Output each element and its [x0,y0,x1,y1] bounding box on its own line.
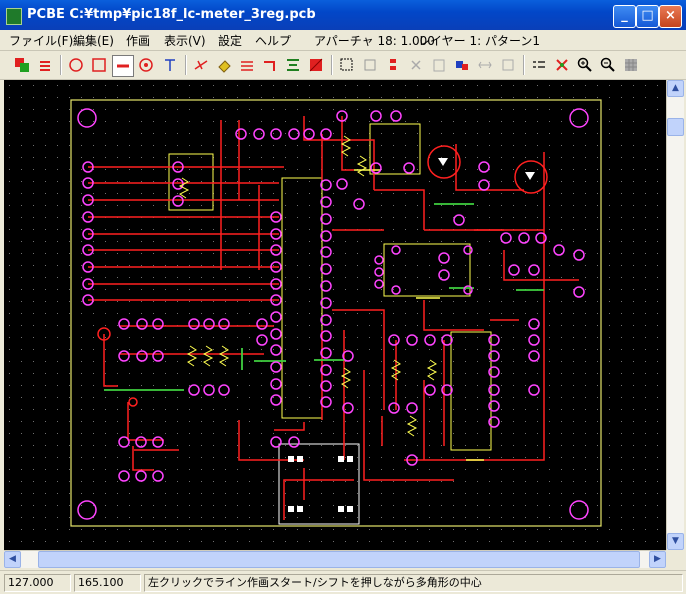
minimize-button[interactable]: _ [613,5,636,28]
mirror-icon[interactable] [475,55,495,75]
menu-draw[interactable]: 作画 [126,32,150,49]
x-coordinate: 127.000 [4,574,71,592]
close-button[interactable]: × [659,5,682,28]
scroll-up-icon[interactable]: ▲ [667,80,684,97]
rotate-icon[interactable] [498,55,518,75]
menu-file[interactable]: ファイル(F) [9,32,73,49]
move-point-icon[interactable] [191,55,211,75]
vertical-scrollbar[interactable]: ▲ ▼ [666,80,684,550]
horizontal-scrollbar[interactable]: ◀ ▶ [4,550,666,568]
layer-toggle-icon[interactable] [35,55,55,75]
pcb-drawing[interactable] [4,80,666,550]
copy-icon[interactable] [360,55,380,75]
menu-bar: ファイル(F) 編集(E) 作画 表示(V) 設定 ヘルプ アパーチャ 18: … [0,30,686,51]
menu-help[interactable]: ヘルプ [255,32,291,49]
title-bar[interactable]: PCBE C:¥tmp¥pic18f_lc-meter_3reg.pcb _ □… [0,0,686,30]
vertical-scroll-thumb[interactable] [667,118,684,136]
layer-readout: レイヤー 1: パターン1 [418,34,540,48]
net-icon[interactable] [552,55,572,75]
align-icon[interactable] [283,55,303,75]
layer-set-icon[interactable] [12,55,32,75]
swap-icon[interactable] [452,55,472,75]
toolbar-separator [331,55,333,75]
grid-icon[interactable] [621,55,641,75]
rectangle-tool-icon[interactable] [89,55,109,75]
donut-tool-icon[interactable] [136,55,156,75]
paste-icon[interactable] [429,55,449,75]
status-bar: 127.000 165.100 左クリックでライン作画スタート/シフトを押しなが… [0,570,686,594]
cut-icon[interactable] [406,55,426,75]
corner-line-icon[interactable] [260,55,280,75]
toolbar-separator [185,55,187,75]
scroll-down-icon[interactable]: ▼ [667,533,684,550]
select-icon[interactable] [337,55,357,75]
toolbar-separator [523,55,525,75]
measure-icon[interactable] [529,55,549,75]
menu-view[interactable]: 表示(V) [164,32,206,49]
scroll-left-icon[interactable]: ◀ [4,551,21,568]
y-coordinate: 165.100 [74,574,141,592]
menu-edit[interactable]: 編集(E) [73,32,114,49]
circle-tool-icon[interactable] [66,55,86,75]
arrange-icon[interactable] [383,55,403,75]
horizontal-scroll-thumb[interactable] [38,551,640,568]
zoom-out-icon[interactable] [598,55,618,75]
aperture-readout: アパーチャ 18: 1.000 [314,34,435,48]
line-tool-icon[interactable] [112,55,134,77]
text-tool-icon[interactable] [160,55,180,75]
eraser-icon[interactable] [214,55,234,75]
toolbar [0,51,686,80]
zoom-in-icon[interactable] [575,55,595,75]
status-message: 左クリックでライン作画スタート/シフトを押しながら多角形の中心 [144,574,683,592]
parallel-lines-icon[interactable] [237,55,257,75]
fill-icon[interactable] [306,55,326,75]
scroll-right-icon[interactable]: ▶ [649,551,666,568]
window-title: PCBE C:¥tmp¥pic18f_lc-meter_3reg.pcb [27,7,316,22]
toolbar-separator [60,55,62,75]
pcb-canvas[interactable] [4,80,666,550]
app-icon [6,8,22,25]
maximize-button[interactable]: □ [636,5,659,28]
menu-settings[interactable]: 設定 [218,32,242,49]
